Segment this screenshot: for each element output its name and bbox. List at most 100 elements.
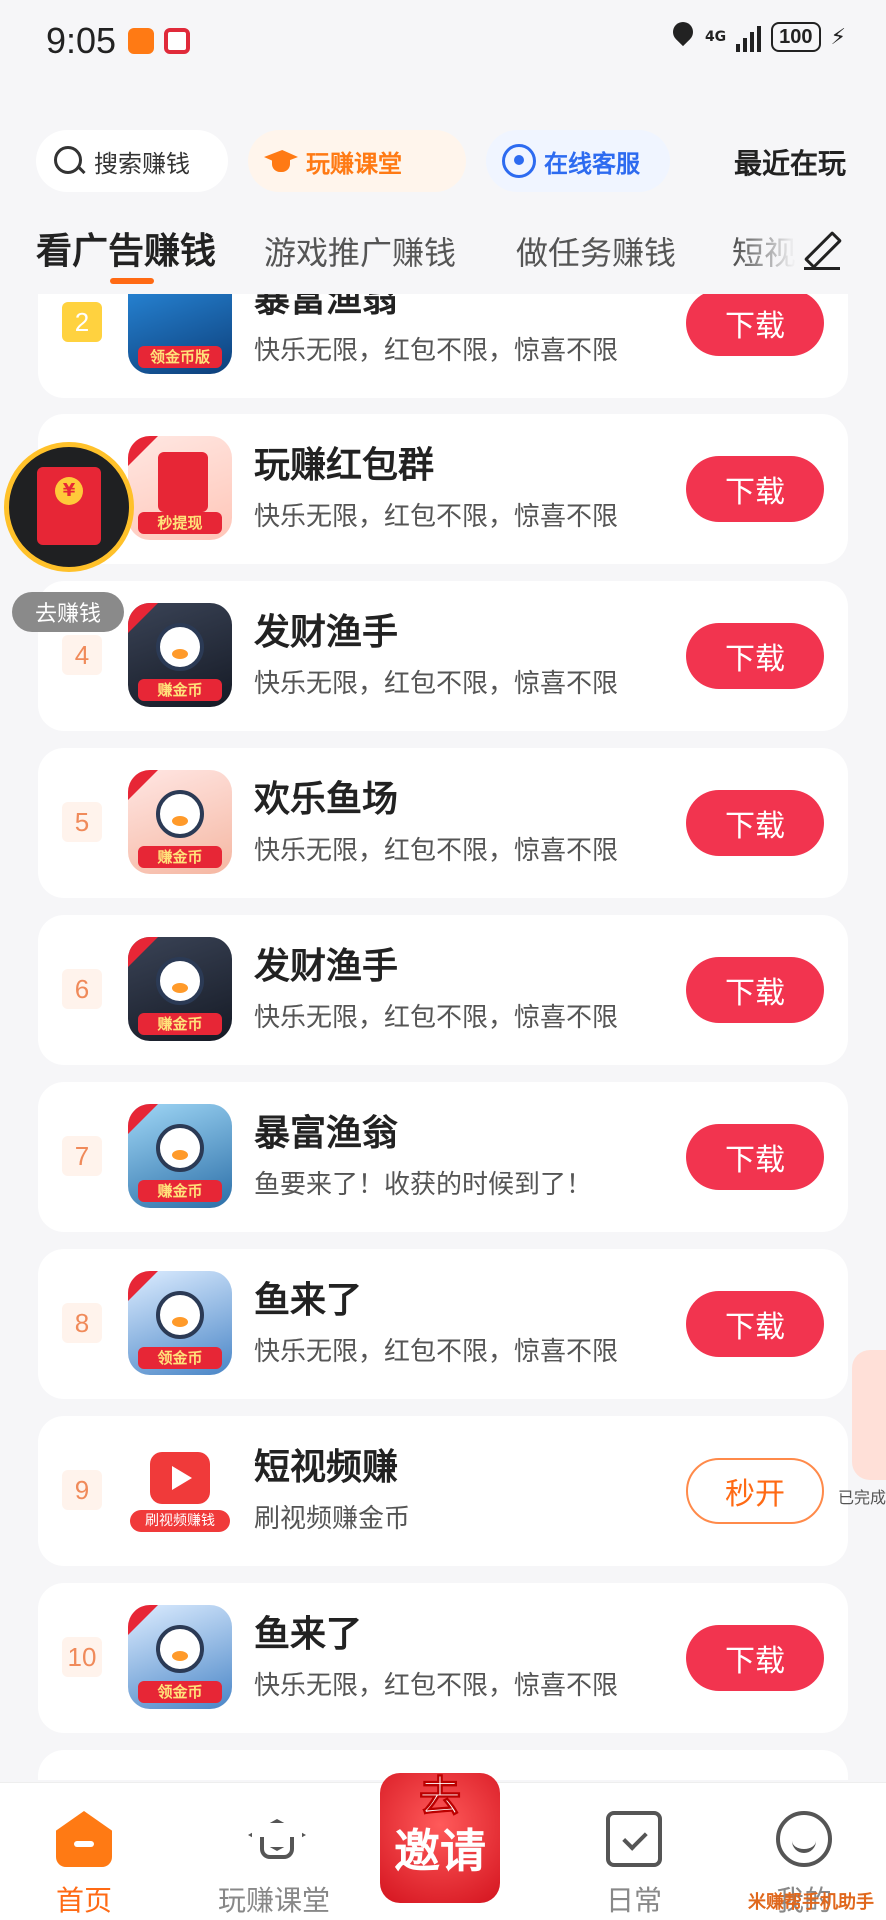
- list-item[interactable]: 8 领金币 鱼来了 快乐无限，红包不限，惊喜不限 下载: [38, 1249, 848, 1399]
- nav-home[interactable]: 首页: [14, 1783, 154, 1920]
- icon-caption: 领金币: [138, 1681, 222, 1703]
- icon-tag: [128, 1271, 158, 1301]
- penguin-game-icon: 赚金币: [128, 937, 232, 1041]
- download-button[interactable]: 下载: [686, 623, 824, 689]
- list-item[interactable]: 4 赚金币 发财渔手 快乐无限，红包不限，惊喜不限 下载: [38, 581, 848, 731]
- download-button[interactable]: 下载: [686, 456, 824, 522]
- smile-icon: [776, 1811, 832, 1867]
- penguin-game-icon: 领金币: [128, 1605, 232, 1709]
- penguin-face-icon: [156, 1625, 204, 1673]
- app-description: 快乐无限，红包不限，惊喜不限: [254, 1337, 619, 1367]
- category-tabs: 看广告赚钱 游戏推广赚钱 做任务赚钱 短视: [0, 222, 886, 292]
- app-name: 鱼来了: [254, 1614, 363, 1655]
- penguin-game-icon: 赚金币: [128, 770, 232, 874]
- icon-caption: 领金币版: [138, 346, 222, 368]
- list-item[interactable]: 7 赚金币 暴富渔翁 鱼要来了！收获的时候到了！ 下载: [38, 1082, 848, 1232]
- watermark: 米赚帮手机助手: [748, 1892, 874, 1913]
- course-label: 玩赚课堂: [306, 149, 402, 178]
- penguin-face-icon: [156, 1291, 204, 1339]
- icon-caption: 赚金币: [138, 1180, 222, 1202]
- list-item[interactable]: 2 领金币版 暴富渔翁 快乐无限，红包不限，惊喜不限 下载: [38, 294, 848, 398]
- app-name: 暴富渔翁: [254, 1113, 399, 1154]
- course-button[interactable]: 玩赚课堂: [248, 130, 466, 192]
- recent-played-link[interactable]: 最近在玩: [734, 142, 846, 182]
- rank-badge: 10: [62, 1637, 102, 1677]
- edit-tabs-icon[interactable]: [804, 230, 840, 270]
- rank-badge: 6: [62, 969, 102, 1009]
- app-screen: 9:05 4G 100 ⚡ 搜索赚钱 玩赚课堂 在线客服 最近在玩 看广告赚钱 …: [0, 0, 886, 1920]
- icon-caption: 秒提现: [138, 512, 222, 534]
- active-tab-indicator: [110, 278, 154, 284]
- service-label: 在线客服: [544, 149, 640, 178]
- search-button[interactable]: 搜索赚钱: [36, 130, 228, 192]
- notification-app-icon: [164, 28, 190, 54]
- download-button[interactable]: 下载: [686, 790, 824, 856]
- penguin-face-icon: [156, 790, 204, 838]
- headset-icon: [502, 144, 536, 178]
- penguin-face-icon: [156, 623, 204, 671]
- icon-caption: 赚金币: [138, 679, 222, 701]
- icon-caption: 领金币: [138, 1347, 222, 1369]
- open-button[interactable]: 秒开: [686, 1458, 824, 1524]
- charging-icon: ⚡: [830, 24, 846, 50]
- download-button[interactable]: 下载: [686, 1291, 824, 1357]
- icon-caption: 刷视频赚钱: [130, 1510, 230, 1532]
- list-item[interactable]: 9 刷视频赚钱 短视频赚 刷视频赚金币 秒开: [38, 1416, 848, 1566]
- tab-fade: [736, 222, 796, 282]
- nav-daily[interactable]: 日常: [564, 1783, 704, 1920]
- tab-game-promo[interactable]: 游戏推广赚钱: [264, 228, 456, 274]
- red-packet-icon: [158, 452, 208, 512]
- app-description: 刷视频赚金币: [254, 1504, 411, 1534]
- graduation-cap-icon: [264, 144, 298, 178]
- app-description: 快乐无限，红包不限，惊喜不限: [254, 1003, 619, 1033]
- signal-icon: [736, 22, 762, 52]
- download-button[interactable]: 下载: [686, 1625, 824, 1691]
- earn-money-label[interactable]: 去赚钱: [12, 592, 124, 632]
- home-icon: [56, 1811, 112, 1867]
- side-reward-widget[interactable]: [852, 1350, 886, 1480]
- rank-badge: 9: [62, 1470, 102, 1510]
- app-description: 快乐无限，红包不限，惊喜不限: [254, 1671, 619, 1701]
- nav-home-label: 首页: [55, 1884, 112, 1917]
- app-name: 暴富渔翁: [254, 294, 399, 320]
- earn-money-float-button[interactable]: [4, 442, 134, 572]
- graduation-cap-icon: [246, 1811, 302, 1867]
- network-type: 4G: [704, 29, 727, 45]
- penguin-face-icon: [156, 957, 204, 1005]
- tab-tasks[interactable]: 做任务赚钱: [516, 228, 676, 274]
- play-icon: [150, 1452, 210, 1504]
- list-item[interactable]: 6 赚金币 发财渔手 快乐无限，红包不限，惊喜不限 下载: [38, 915, 848, 1065]
- status-time: 9:05: [46, 20, 117, 61]
- icon-tag: [128, 770, 158, 800]
- app-name: 发财渔手: [254, 612, 399, 653]
- download-button[interactable]: 下载: [686, 294, 824, 356]
- status-indicators: 4G 100 ⚡: [671, 22, 846, 52]
- rank-badge: 2: [62, 302, 102, 342]
- icon-tag: [128, 937, 158, 967]
- app-description: 快乐无限，红包不限，惊喜不限: [254, 502, 619, 532]
- invite-label-bottom: 邀请: [394, 1824, 486, 1878]
- location-icon: [671, 22, 695, 52]
- icon-tag: [128, 1104, 158, 1134]
- app-name: 鱼来了: [254, 1280, 363, 1321]
- notification-app-icon: [128, 28, 154, 54]
- list-item[interactable]: 3 秒提现 玩赚红包群 快乐无限，红包不限，惊喜不限 下载: [38, 414, 848, 564]
- download-button[interactable]: 下载: [686, 1124, 824, 1190]
- app-name: 玩赚红包群: [254, 445, 435, 486]
- download-button[interactable]: 下载: [686, 957, 824, 1023]
- nav-course[interactable]: 玩赚课堂: [204, 1783, 344, 1920]
- app-description: 鱼要来了！收获的时候到了！: [254, 1170, 593, 1200]
- customer-service-button[interactable]: 在线客服: [486, 130, 670, 192]
- icon-caption: 赚金币: [138, 846, 222, 868]
- list-item[interactable]: 10 领金币 鱼来了 快乐无限，红包不限，惊喜不限 下载: [38, 1583, 848, 1733]
- app-description: 快乐无限，红包不限，惊喜不限: [254, 669, 619, 699]
- invite-button[interactable]: 去 邀请: [370, 1753, 510, 1913]
- tab-ads[interactable]: 看广告赚钱: [36, 222, 216, 274]
- list-item[interactable]: 5 赚金币 欢乐鱼场 快乐无限，红包不限，惊喜不限 下载: [38, 748, 848, 898]
- top-action-row: 搜索赚钱 玩赚课堂 在线客服 最近在玩: [36, 130, 856, 192]
- penguin-game-icon: 赚金币: [128, 1104, 232, 1208]
- penguin-game-icon: 领金币: [128, 1271, 232, 1375]
- status-bar: 9:05 4G 100 ⚡: [0, 0, 886, 90]
- app-description: 快乐无限，红包不限，惊喜不限: [254, 336, 619, 366]
- icon-tag: [128, 436, 158, 466]
